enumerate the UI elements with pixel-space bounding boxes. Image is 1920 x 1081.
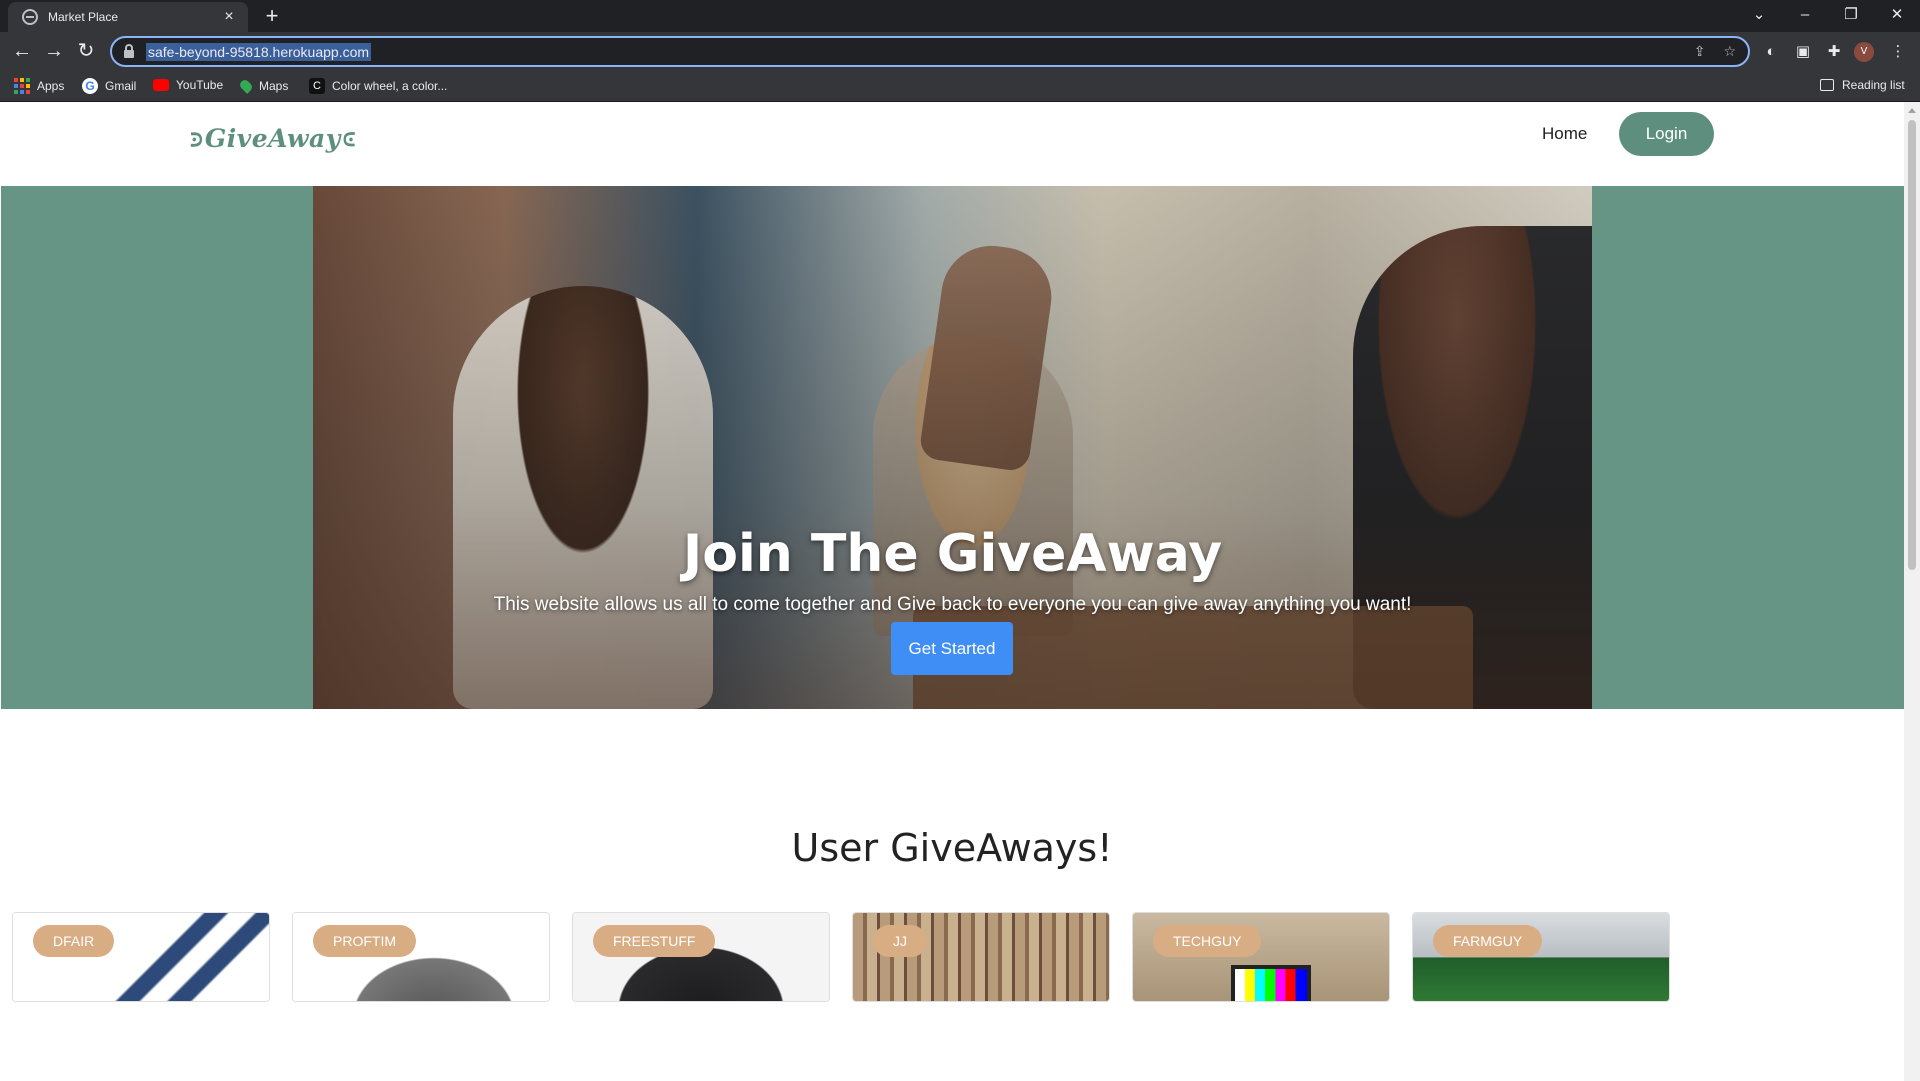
bookmark-color-wheel[interactable]: C Color wheel, a color... <box>309 78 447 94</box>
user-badge: FREESTUFF <box>593 925 716 957</box>
user-badge: PROFTIM <box>313 925 416 957</box>
user-badge: TECHGUY <box>1153 925 1262 957</box>
reading-list-icon <box>1820 79 1834 91</box>
logo-text: GiveAway <box>204 124 341 153</box>
lock-icon <box>124 43 134 58</box>
giveaway-card[interactable]: DFAIR <box>12 912 270 1002</box>
bookmark-maps[interactable]: Maps <box>238 78 289 94</box>
giveaway-card[interactable]: PROFTIM <box>292 912 550 1002</box>
extension-badge-icon[interactable]: ▣ <box>1792 41 1814 63</box>
url-text[interactable]: safe-beyond-95818.herokuapp.com <box>146 42 372 61</box>
share-icon[interactable]: ⇪ <box>1694 43 1706 60</box>
new-tab-button[interactable]: + <box>260 4 284 28</box>
extension-circle-icon[interactable]: ◐ <box>1760 41 1782 63</box>
youtube-icon <box>153 79 169 91</box>
giveaway-cards: DFAIR PROFTIM FREESTUFF JJ TECHGUY FARMG… <box>12 912 1672 1002</box>
tab-search-icon[interactable]: ⌄ <box>1736 0 1782 32</box>
giveaways-heading: User GiveAways! <box>791 826 1113 870</box>
forward-button[interactable]: → <box>42 40 66 64</box>
hero-content: Join The GiveAway This website allows us… <box>313 186 1592 709</box>
bookmark-label: YouTube <box>176 78 224 92</box>
close-window-button[interactable]: ✕ <box>1874 0 1920 32</box>
page-viewport: ⪾ GiveAway ⪽ Home Login Join The GiveAwa… <box>0 102 1904 1081</box>
restore-button[interactable]: ❐ <box>1828 0 1874 32</box>
scrollbar-thumb[interactable] <box>1908 120 1916 570</box>
leaf-left-icon: ⪾ <box>190 125 203 151</box>
giveaway-card[interactable]: JJ <box>852 912 1110 1002</box>
minimize-button[interactable]: – <box>1782 0 1828 32</box>
user-badge: FARMGUY <box>1433 925 1543 957</box>
bookmark-gmail[interactable]: G Gmail <box>82 78 136 94</box>
extensions-puzzle-icon[interactable]: ✚ <box>1823 41 1845 63</box>
hero-section: Join The GiveAway This website allows us… <box>1 186 1904 709</box>
reading-list[interactable]: Reading list <box>1820 78 1905 92</box>
leaf-right-icon: ⪽ <box>342 125 356 151</box>
bookmark-label: Apps <box>37 79 65 93</box>
user-badge: DFAIR <box>33 925 115 957</box>
bookmark-youtube[interactable]: YouTube <box>153 78 223 92</box>
browser-tab[interactable]: Market Place × <box>8 2 248 32</box>
profile-avatar[interactable]: V <box>1854 42 1874 62</box>
nav-home-link[interactable]: Home <box>1542 124 1587 144</box>
color-wheel-icon: C <box>309 78 325 94</box>
site-header: ⪾ GiveAway ⪽ Home Login <box>0 102 1904 186</box>
bookmark-apps[interactable]: Apps <box>14 78 64 94</box>
get-started-button[interactable]: Get Started <box>891 622 1013 675</box>
bookmarks-bar: Apps G Gmail YouTube Maps C Color wheel,… <box>0 72 1920 102</box>
address-bar[interactable]: safe-beyond-95818.herokuapp.com ⇪ ☆ <box>110 36 1750 67</box>
reading-list-label: Reading list <box>1842 78 1905 92</box>
bookmark-label: Color wheel, a color... <box>332 79 448 93</box>
back-button[interactable]: ← <box>10 40 34 64</box>
hero-title: Join The GiveAway <box>682 524 1223 584</box>
browser-tabstrip: Market Place × + ⌄ – ❐ ✕ <box>0 0 1920 32</box>
google-icon: G <box>82 78 98 94</box>
giveaway-card[interactable]: TECHGUY <box>1132 912 1390 1002</box>
site-logo[interactable]: ⪾ GiveAway ⪽ <box>190 124 356 153</box>
close-tab-icon[interactable]: × <box>220 8 238 26</box>
globe-icon <box>22 9 38 25</box>
browser-toolbar: ← → ↻ safe-beyond-95818.herokuapp.com ⇪ … <box>0 32 1920 72</box>
bookmark-label: Maps <box>259 79 289 93</box>
giveaway-card[interactable]: FARMGUY <box>1412 912 1670 1002</box>
reload-button[interactable]: ↻ <box>74 40 98 64</box>
maps-pin-icon <box>238 78 254 94</box>
menu-kebab-icon[interactable]: ⋮ <box>1887 41 1909 63</box>
giveaway-card[interactable]: FREESTUFF <box>572 912 830 1002</box>
tab-title: Market Place <box>48 10 119 24</box>
user-badge: JJ <box>873 925 927 957</box>
apps-grid-icon <box>14 78 30 94</box>
hero-subtitle: This website allows us all to come toget… <box>493 594 1412 615</box>
bookmark-label: Gmail <box>105 79 137 93</box>
scroll-up-icon[interactable] <box>1908 108 1916 113</box>
bookmark-star-icon[interactable]: ☆ <box>1723 43 1736 60</box>
login-button[interactable]: Login <box>1619 112 1714 156</box>
page-scrollbar[interactable] <box>1904 102 1920 1081</box>
